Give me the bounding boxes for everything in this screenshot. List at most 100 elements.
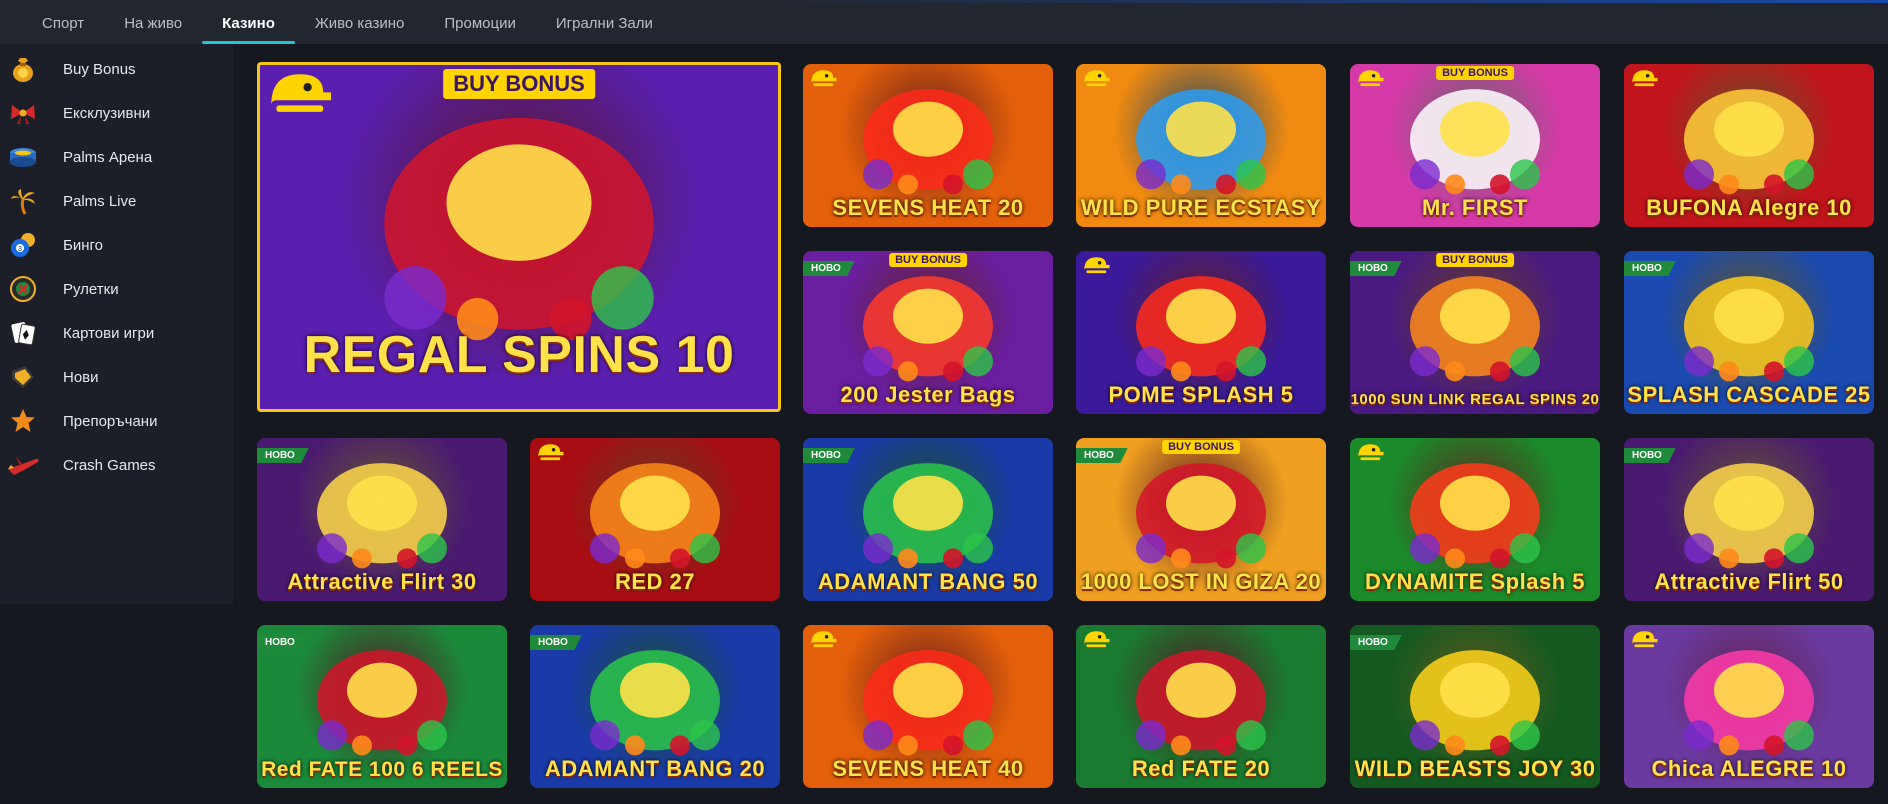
star-icon bbox=[6, 406, 40, 436]
svg-text:3: 3 bbox=[18, 246, 22, 253]
game-tile[interactable]: НОВО Attractive Flirt 30 bbox=[257, 438, 507, 601]
game-title: DYNAMITE Splash 5 bbox=[1365, 569, 1585, 594]
game-title: POME SPLASH 5 bbox=[1108, 382, 1294, 407]
game-title: REGAL SPINS 10 bbox=[303, 326, 735, 384]
sidebar-item-label: Бинго bbox=[63, 236, 103, 254]
provider-logo-icon bbox=[536, 442, 565, 469]
sidebar-item-0[interactable]: Buy Bonus bbox=[0, 44, 233, 94]
game-tile[interactable]: НОВО ADAMANT BANG 20 bbox=[530, 625, 780, 788]
new-ribbon: НОВО bbox=[257, 635, 309, 650]
nav-tab-0[interactable]: Спорт bbox=[22, 3, 104, 44]
nav-tab-3[interactable]: Живо казино bbox=[295, 3, 425, 44]
game-title: 1000 SUN LINK REGAL SPINS 20 bbox=[1350, 391, 1600, 408]
game-title: Chica ALEGRE 10 bbox=[1651, 756, 1847, 781]
game-title: Mr. FIRST bbox=[1422, 195, 1528, 220]
nav-tab-4[interactable]: Промоции bbox=[424, 3, 535, 44]
game-title: SEVENS HEAT 40 bbox=[832, 756, 1024, 781]
sidebar-item-9[interactable]: Crash Games bbox=[0, 440, 233, 490]
game-title: BUFONA Alegre 10 bbox=[1646, 195, 1852, 220]
game-tile[interactable]: НОВО Red FATE 100 6 REELS bbox=[257, 625, 507, 788]
sidebar-item-label: Препоръчани bbox=[63, 412, 158, 430]
airplane-icon bbox=[6, 450, 40, 480]
arena-icon bbox=[6, 142, 40, 172]
sidebar-item-6[interactable]: Картови игри bbox=[0, 308, 233, 358]
provider-logo-icon bbox=[1356, 68, 1385, 95]
sidebar-item-5[interactable]: Рулетки bbox=[0, 264, 233, 314]
game-title: SEVENS HEAT 20 bbox=[832, 195, 1024, 220]
game-tile[interactable]: НОВО WILD BEASTS JOY 30 bbox=[1350, 625, 1600, 788]
sidebar-item-label: Buy Bonus bbox=[63, 60, 136, 78]
game-tile[interactable]: SEVENS HEAT 40 bbox=[803, 625, 1053, 788]
game-tile[interactable]: BUY BONUS REGAL SPINS 10 bbox=[257, 62, 781, 412]
new-ribbon: НОВО bbox=[803, 448, 855, 463]
new-ribbon: НОВО bbox=[1076, 448, 1128, 463]
game-title: ADAMANT BANG 50 bbox=[817, 569, 1039, 594]
sidebar-item-1[interactable]: Ексклузивни bbox=[0, 88, 233, 138]
bingo-ball-icon: 3 bbox=[6, 230, 40, 260]
money-bag-icon bbox=[6, 54, 40, 84]
sidebar-item-label: Ексклузивни bbox=[63, 104, 151, 122]
game-title: ADAMANT BANG 20 bbox=[544, 756, 766, 781]
new-tag-icon bbox=[6, 362, 40, 392]
provider-logo-icon bbox=[1630, 629, 1659, 656]
game-title: Red FATE 100 6 REELS bbox=[261, 758, 503, 781]
provider-logo-icon bbox=[809, 68, 838, 95]
new-ribbon: НОВО bbox=[1624, 261, 1676, 276]
game-tile[interactable]: BUY BONUS НОВО 1000 SUN LINK REGAL SPINS 2… bbox=[1350, 251, 1600, 414]
buy-bonus-badge: BUY BONUS bbox=[1436, 253, 1514, 267]
sidebar-item-4[interactable]: 3 Бинго bbox=[0, 220, 233, 270]
sidebar-item-label: Palms Live bbox=[63, 192, 137, 210]
provider-logo-icon bbox=[809, 629, 838, 656]
nav-tab-2[interactable]: Казино bbox=[202, 3, 295, 44]
game-tile[interactable]: DYNAMITE Splash 5 bbox=[1350, 438, 1600, 601]
game-tile[interactable]: POME SPLASH 5 bbox=[1076, 251, 1326, 414]
game-title: 200 Jester Bags bbox=[840, 382, 1016, 407]
game-tile[interactable]: Red FATE 20 bbox=[1076, 625, 1326, 788]
main-nav: Спорт На живо Казино Живо казино Промоции Игр… bbox=[22, 3, 673, 44]
new-ribbon: НОВО bbox=[257, 448, 309, 463]
game-tile[interactable]: SEVENS HEAT 20 bbox=[803, 64, 1053, 227]
sidebar-item-8[interactable]: Препоръчани bbox=[0, 396, 233, 446]
game-grid: BUY BONUS REGAL SPINS 10 SEVENS HEAT 20 WIL… bbox=[233, 44, 1888, 804]
game-tile[interactable]: BUY BONUS НОВО 1000 LOST IN GIZA 20 bbox=[1076, 438, 1326, 601]
game-tile[interactable]: Chica ALEGRE 10 bbox=[1624, 625, 1874, 788]
sidebar-item-2[interactable]: Palms Арена bbox=[0, 132, 233, 182]
provider-logo-icon bbox=[1356, 442, 1385, 469]
game-tile[interactable]: НОВО ADAMANT BANG 50 bbox=[803, 438, 1053, 601]
buy-bonus-badge: BUY BONUS bbox=[1162, 440, 1240, 454]
sidebar-item-label: Рулетки bbox=[63, 280, 119, 298]
nav-tab-5[interactable]: Игрални Зали bbox=[536, 3, 673, 44]
game-tile[interactable]: WILD PURE ECSTASY bbox=[1076, 64, 1326, 227]
game-tile[interactable]: НОВО SPLASH CASCADE 25 bbox=[1624, 251, 1874, 414]
provider-logo-icon bbox=[1082, 68, 1111, 95]
game-tile[interactable]: BUY BONUS НОВО 200 Jester Bags bbox=[803, 251, 1053, 414]
sidebar-item-label: Crash Games bbox=[63, 456, 156, 474]
sidebar-item-label: Palms Арена bbox=[63, 148, 153, 166]
game-title: WILD PURE ECSTASY bbox=[1080, 195, 1322, 220]
sidebar-item-3[interactable]: Palms Live bbox=[0, 176, 233, 226]
game-title: RED 27 bbox=[614, 569, 696, 594]
game-title: WILD BEASTS JOY 30 bbox=[1354, 756, 1596, 781]
new-ribbon: НОВО bbox=[803, 261, 855, 276]
game-tile[interactable]: RED 27 bbox=[530, 438, 780, 601]
game-title: SPLASH CASCADE 25 bbox=[1627, 382, 1871, 407]
provider-logo-icon bbox=[1082, 255, 1111, 282]
sidebar-item-label: Нови bbox=[63, 368, 99, 386]
game-title: Attractive Flirt 30 bbox=[287, 569, 477, 594]
game-tile[interactable]: BUY BONUS Mr. FIRST bbox=[1350, 64, 1600, 227]
palm-tree-icon bbox=[6, 186, 40, 216]
game-title: Attractive Flirt 50 bbox=[1654, 569, 1844, 594]
game-title: Red FATE 20 bbox=[1131, 756, 1271, 781]
sidebar-item-label: Картови игри bbox=[63, 324, 155, 342]
buy-bonus-badge: BUY BONUS bbox=[1436, 66, 1514, 80]
new-ribbon: НОВО bbox=[1624, 448, 1676, 463]
category-sidebar: Buy Bonus Ексклузивни Palms Арена Palms Liv… bbox=[0, 44, 233, 604]
playing-cards-icon bbox=[6, 318, 40, 348]
new-ribbon: НОВО bbox=[1350, 635, 1402, 650]
provider-logo-icon bbox=[1082, 629, 1111, 656]
game-tile[interactable]: BUFONA Alegre 10 bbox=[1624, 64, 1874, 227]
buy-bonus-badge: BUY BONUS bbox=[443, 69, 595, 99]
nav-tab-1[interactable]: На живо bbox=[104, 3, 202, 44]
game-tile[interactable]: НОВО Attractive Flirt 50 bbox=[1624, 438, 1874, 601]
sidebar-item-7[interactable]: Нови bbox=[0, 352, 233, 402]
